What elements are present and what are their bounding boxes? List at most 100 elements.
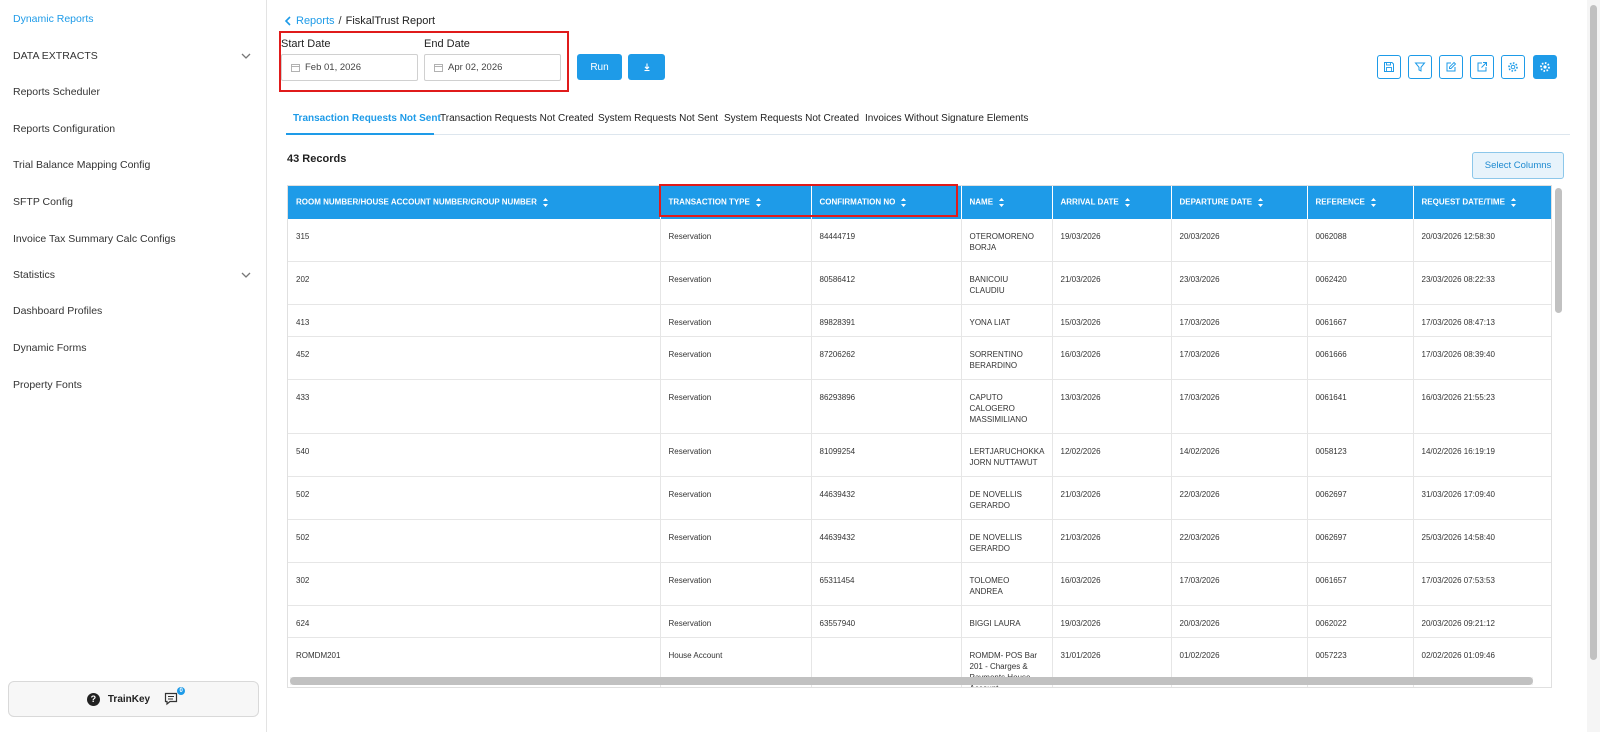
table-body: 315 Reservation 84444719 OTEROMORENO BORJA 1…: [288, 219, 1551, 687]
sidebar-item-trial-balance[interactable]: Trial Balance Mapping Config: [13, 159, 253, 171]
open-external-button[interactable]: [1470, 55, 1494, 79]
tab-system-requests-not-sent[interactable]: System Requests Not Sent: [598, 113, 718, 124]
sort-icon[interactable]: [1124, 197, 1131, 208]
tab-transaction-requests-not-sent[interactable]: Transaction Requests Not Sent: [293, 113, 441, 124]
sidebar-item-property-fonts[interactable]: Property Fonts: [13, 379, 253, 391]
table-cell: 65311454: [811, 562, 962, 606]
table-cell: 0062697: [1307, 476, 1414, 520]
table-cell: TOLOMEO ANDREA: [961, 562, 1053, 606]
sidebar-item-invoice-tax[interactable]: Invoice Tax Summary Calc Configs: [13, 233, 253, 245]
table-cell: 502: [288, 519, 661, 563]
app-root: Dynamic Reports DATA EXTRACTS Reports Sc…: [0, 0, 1600, 732]
sidebar-item-dashboard-profiles[interactable]: Dashboard Profiles: [13, 305, 253, 317]
end-date-field[interactable]: Apr 02, 2026: [424, 54, 561, 81]
table-cell: 14/02/2026 16:19:19: [1413, 433, 1551, 477]
sidebar-item-statistics[interactable]: Statistics: [13, 269, 253, 281]
table-row[interactable]: 202 Reservation 80586412 BANICOIU CLAUDIU 21…: [288, 261, 1551, 305]
gear-icon: [1508, 62, 1518, 72]
start-date-field[interactable]: Feb 01, 2026: [281, 54, 418, 81]
tab-system-requests-not-created[interactable]: System Requests Not Created: [724, 113, 859, 124]
table-row[interactable]: 452 Reservation 87206262 SORRENTINO BERARDI…: [288, 336, 1551, 380]
table-cell: 20/03/2026: [1171, 605, 1308, 638]
breadcrumb-link-label: Reports: [296, 15, 335, 27]
report-tabs: Transaction Requests Not Sent Transactio…: [286, 108, 1570, 135]
save-icon: [1384, 62, 1394, 72]
tab-invoices-without-signature[interactable]: Invoices Without Signature Elements: [865, 113, 1028, 124]
sort-icon[interactable]: [1370, 197, 1377, 208]
sidebar-item-dynamic-reports[interactable]: Dynamic Reports: [13, 13, 253, 25]
calendar-icon: [291, 64, 300, 72]
breadcrumb-reports-link[interactable]: Reports: [284, 15, 335, 27]
column-header[interactable]: ARRIVAL DATE: [1052, 186, 1172, 219]
table-row[interactable]: 540 Reservation 81099254 LERTJARUCHOKKA JOR…: [288, 433, 1551, 477]
table-cell: BIGGI LAURA: [961, 605, 1053, 638]
sort-icon[interactable]: [998, 197, 1005, 208]
trainkey-label: TrainKey: [107, 693, 151, 705]
sort-icon[interactable]: [755, 197, 762, 208]
table-cell: 31/03/2026 17:09:40: [1413, 476, 1551, 520]
sort-icon[interactable]: [900, 197, 907, 208]
table-row[interactable]: 413 Reservation 89828391 YONA LIAT 15/03/202…: [288, 304, 1551, 337]
page-scrollbar[interactable]: [1587, 0, 1600, 732]
column-header[interactable]: NAME: [961, 186, 1053, 219]
column-header-label: DEPARTURE DATE: [1179, 197, 1253, 207]
sidebar-item-reports-scheduler[interactable]: Reports Scheduler: [13, 86, 253, 98]
table-cell: 80586412: [811, 261, 962, 305]
table-cell: 19/03/2026: [1052, 605, 1172, 638]
save-button[interactable]: [1377, 55, 1401, 79]
sidebar-item-label: Property Fonts: [13, 379, 82, 391]
table-cell: 16/03/2026 21:55:23: [1413, 379, 1551, 434]
table-row[interactable]: 302 Reservation 65311454 TOLOMEO ANDREA 16/0…: [288, 562, 1551, 606]
table-cell: BANICOIU CLAUDIU: [961, 261, 1053, 305]
table-cell: 44639432: [811, 519, 962, 563]
table-header-row: ROOM NUMBER/HOUSE ACCOUNT NUMBER/GROUP N…: [288, 186, 1551, 219]
table-row[interactable]: 315 Reservation 84444719 OTEROMORENO BORJA 1…: [288, 219, 1551, 262]
table-row[interactable]: 502 Reservation 44639432 DE NOVELLIS GERARD…: [288, 519, 1551, 563]
page-scroll-thumb[interactable]: [1590, 5, 1597, 660]
gear-filled-icon: [1540, 62, 1550, 72]
sidebar-item-label: DATA EXTRACTS: [13, 50, 98, 62]
sidebar-item-reports-configuration[interactable]: Reports Configuration: [13, 123, 253, 135]
table-cell: 14/02/2026: [1171, 433, 1308, 477]
sort-icon[interactable]: [1257, 197, 1264, 208]
settings-button[interactable]: [1501, 55, 1525, 79]
sort-icon[interactable]: [1510, 197, 1517, 208]
sidebar-item-label: Dashboard Profiles: [13, 305, 103, 317]
external-link-icon: [1477, 62, 1487, 72]
tab-transaction-requests-not-created[interactable]: Transaction Requests Not Created: [440, 113, 594, 124]
filter-icon: [1414, 62, 1426, 72]
table-cell: 16/03/2026: [1052, 336, 1172, 380]
trainkey-widget[interactable]: ? TrainKey 0: [8, 681, 259, 717]
table-row[interactable]: 502 Reservation 44639432 DE NOVELLIS GERARD…: [288, 476, 1551, 520]
column-header[interactable]: REQUEST DATE/TIME: [1413, 186, 1551, 219]
filter-button[interactable]: [1408, 55, 1432, 79]
edit-button[interactable]: [1439, 55, 1463, 79]
table-cell: 0062420: [1307, 261, 1414, 305]
sidebar-item-dynamic-forms[interactable]: Dynamic Forms: [13, 342, 253, 354]
column-header-label: ROOM NUMBER/HOUSE ACCOUNT NUMBER/GROUP N…: [296, 197, 537, 207]
run-button[interactable]: Run: [577, 54, 622, 80]
table-cell: 87206262: [811, 336, 962, 380]
column-header[interactable]: TRANSACTION TYPE: [660, 186, 812, 219]
sort-icon[interactable]: [542, 197, 549, 208]
table-cell: CAPUTO CALOGERO MASSIMILIANO: [961, 379, 1053, 434]
table-row[interactable]: 433 Reservation 86293896 CAPUTO CALOGERO MA…: [288, 379, 1551, 434]
column-header-label: REQUEST DATE/TIME: [1421, 197, 1505, 207]
table-scroll-thumb[interactable]: [1555, 188, 1562, 313]
advanced-settings-button[interactable]: [1533, 55, 1557, 79]
chevron-left-icon: [284, 16, 291, 26]
horizontal-scrollbar[interactable]: [290, 677, 1533, 685]
column-header[interactable]: REFERENCE: [1307, 186, 1414, 219]
download-button[interactable]: [628, 54, 665, 80]
column-header[interactable]: DEPARTURE DATE: [1171, 186, 1308, 219]
table-row[interactable]: 624 Reservation 63557940 BIGGI LAURA 19/03/2…: [288, 605, 1551, 638]
column-header[interactable]: ROOM NUMBER/HOUSE ACCOUNT NUMBER/GROUP N…: [288, 186, 661, 219]
sidebar-item-data-extracts[interactable]: DATA EXTRACTS: [13, 50, 253, 62]
table-cell: 22/03/2026: [1171, 476, 1308, 520]
column-header[interactable]: CONFIRMATION NO: [811, 186, 962, 219]
sidebar-item-sftp-config[interactable]: SFTP Config: [13, 196, 253, 208]
horizontal-scroll-thumb[interactable]: [290, 677, 1533, 685]
table-vertical-scrollbar[interactable]: [1554, 188, 1563, 668]
chat-icon[interactable]: 0: [164, 687, 186, 706]
select-columns-button[interactable]: Select Columns: [1472, 152, 1564, 179]
